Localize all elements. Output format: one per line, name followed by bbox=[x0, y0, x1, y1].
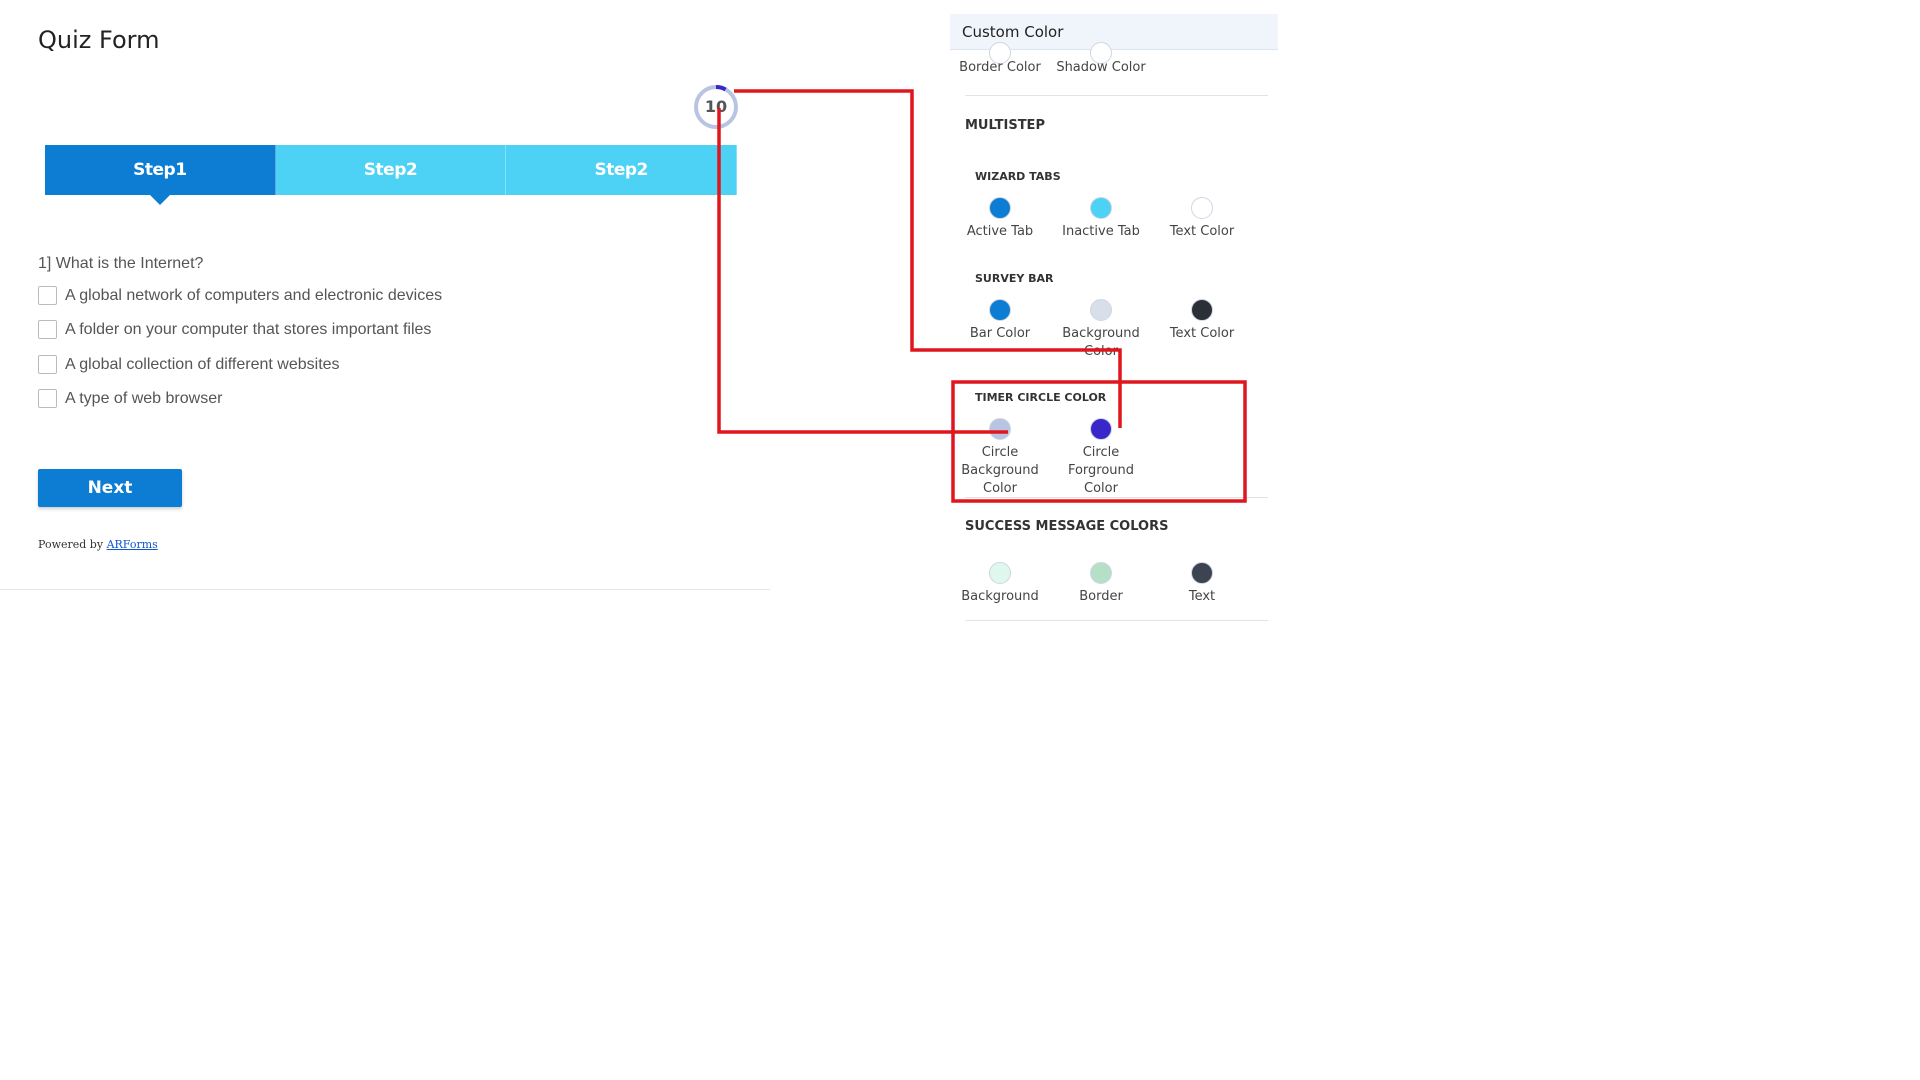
question-text: 1] What is the Internet? bbox=[38, 255, 204, 272]
swatch-text-color[interactable]: Text Color bbox=[1152, 197, 1252, 241]
divider bbox=[965, 95, 1268, 96]
option-label: A folder on your computer that stores im… bbox=[65, 320, 432, 338]
color-picker-dot[interactable] bbox=[989, 562, 1011, 584]
color-picker-dot[interactable] bbox=[1090, 299, 1112, 321]
color-picker-dot[interactable] bbox=[989, 418, 1011, 440]
arforms-link[interactable]: ARForms bbox=[107, 538, 158, 551]
color-picker-dot[interactable] bbox=[1090, 418, 1112, 440]
tab-step3[interactable]: Step2 bbox=[506, 145, 738, 195]
powered-by: Powered by ARForms bbox=[38, 538, 158, 551]
swatch-label: Text bbox=[1188, 589, 1216, 604]
swatch-success-background[interactable]: Background bbox=[950, 562, 1050, 606]
swatch-label: Active Tab bbox=[966, 224, 1034, 239]
timer-circle: 10 bbox=[692, 83, 740, 131]
subsection-title-survey-bar: SURVEY BAR bbox=[975, 272, 1054, 285]
color-picker-dot[interactable] bbox=[1191, 299, 1213, 321]
option-label: A type of web browser bbox=[65, 389, 223, 407]
color-picker-dot[interactable] bbox=[1090, 562, 1112, 584]
swatch-success-text[interactable]: Text bbox=[1152, 562, 1252, 606]
swatch-label: Border Color bbox=[959, 60, 1041, 75]
tab-label: Step2 bbox=[363, 160, 418, 180]
powered-by-text: Powered by bbox=[38, 538, 107, 551]
timer-value: 10 bbox=[704, 97, 728, 116]
swatch-label: Shadow Color bbox=[1056, 60, 1146, 75]
option-label: A global collection of different website… bbox=[65, 355, 340, 373]
answer-option[interactable]: A folder on your computer that stores im… bbox=[38, 320, 431, 339]
swatch-inactive-tab[interactable]: Inactive Tab bbox=[1051, 197, 1151, 241]
swatch-label: Text Color bbox=[1169, 224, 1235, 239]
tab-step1[interactable]: Step1 bbox=[45, 145, 276, 205]
quiz-form: Quiz Form 10 Step1 Step2 Step2 1] What i… bbox=[0, 0, 770, 590]
swatch-label: Text Color bbox=[1169, 326, 1235, 341]
color-picker-dot[interactable] bbox=[1191, 197, 1213, 219]
wizard-tabs: Step1 Step2 Step2 bbox=[45, 145, 738, 205]
swatch-circle-foreground[interactable]: Circle Forground Color bbox=[1051, 418, 1151, 498]
tab-step2[interactable]: Step2 bbox=[275, 145, 507, 195]
section-title-success: SUCCESS MESSAGE COLORS bbox=[965, 519, 1169, 534]
swatch-label: Inactive Tab bbox=[1062, 224, 1140, 239]
color-picker-dot[interactable] bbox=[1191, 562, 1213, 584]
color-picker-dot[interactable] bbox=[989, 299, 1011, 321]
color-settings-panel: Custom Color Border Color Shadow Color M… bbox=[950, 14, 1280, 634]
swatch-circle-background[interactable]: Circle Background Color bbox=[950, 418, 1050, 498]
swatch-text-color[interactable]: Text Color bbox=[1152, 299, 1252, 343]
form-title: Quiz Form bbox=[38, 26, 160, 54]
answer-option[interactable]: A type of web browser bbox=[38, 389, 222, 408]
swatch-background-color[interactable]: Background Color bbox=[1051, 299, 1151, 361]
tab-label: Step2 bbox=[594, 160, 648, 180]
checkbox[interactable] bbox=[38, 355, 57, 374]
swatch-label: Bar Color bbox=[969, 326, 1031, 341]
color-picker-dot[interactable] bbox=[1090, 197, 1112, 219]
checkbox[interactable] bbox=[38, 320, 57, 339]
swatch-success-border[interactable]: Border bbox=[1051, 562, 1151, 606]
swatch-label: Background Color bbox=[1062, 326, 1140, 359]
color-picker-dot[interactable] bbox=[989, 197, 1011, 219]
tab-label: Step1 bbox=[133, 160, 187, 180]
subsection-title-timer-circle: TIMER CIRCLE COLOR bbox=[975, 391, 1107, 404]
swatch-active-tab[interactable]: Active Tab bbox=[950, 197, 1050, 241]
swatch-label: Circle Forground Color bbox=[1067, 445, 1135, 496]
subsection-title-wizard-tabs: WIZARD TABS bbox=[975, 170, 1061, 183]
divider bbox=[965, 620, 1268, 621]
option-label: A global network of computers and electr… bbox=[65, 286, 443, 304]
checkbox[interactable] bbox=[38, 286, 57, 305]
divider bbox=[0, 589, 770, 590]
swatch-label: Border bbox=[1079, 589, 1123, 604]
answer-option[interactable]: A global collection of different website… bbox=[38, 355, 340, 374]
swatch-bar-color[interactable]: Bar Color bbox=[950, 299, 1050, 343]
swatch-label: Background bbox=[961, 589, 1039, 604]
section-title-multistep: MULTISTEP bbox=[965, 118, 1045, 133]
divider bbox=[965, 497, 1268, 498]
swatch-label: Circle Background Color bbox=[961, 445, 1039, 496]
checkbox[interactable] bbox=[38, 389, 57, 408]
next-button[interactable]: Next bbox=[38, 469, 182, 507]
answer-option[interactable]: A global network of computers and electr… bbox=[38, 286, 442, 305]
